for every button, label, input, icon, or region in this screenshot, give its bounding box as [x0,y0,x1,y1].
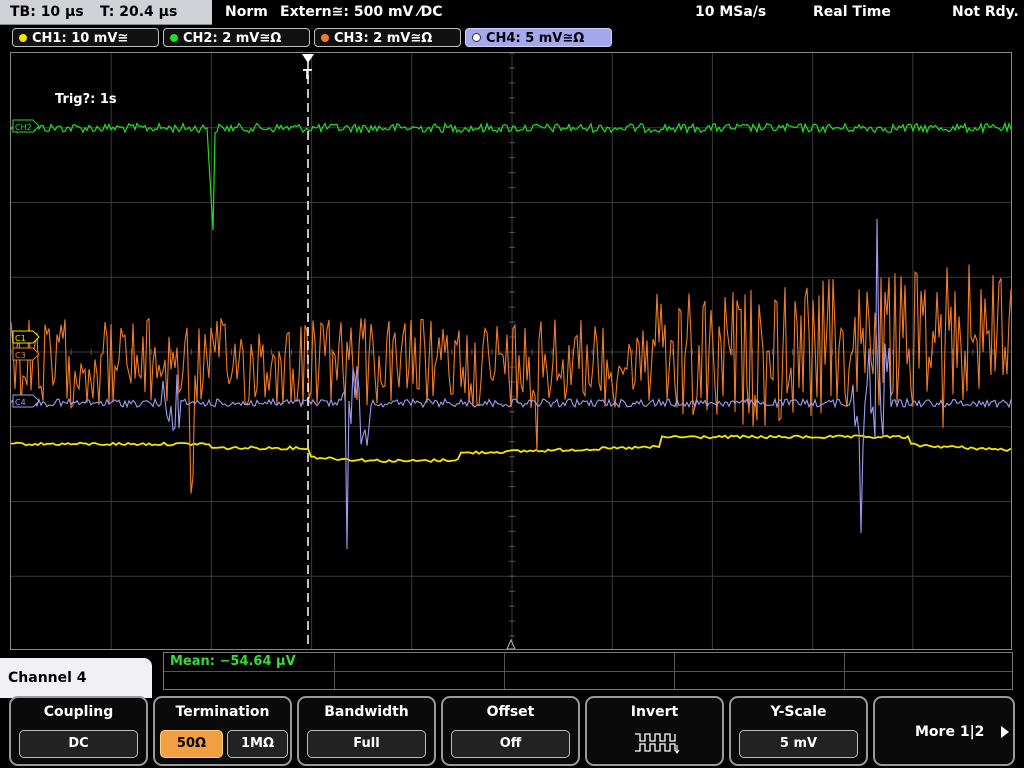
ch2-color-dot [170,34,178,42]
ch1-ref-marker[interactable]: C1 [12,330,40,344]
tab-ch2[interactable]: CH2: 2 mV≅Ω [163,28,310,47]
meas-divider-4 [674,653,675,689]
ch1-ref-label: C1 [15,334,26,343]
graticule [11,53,1011,649]
status-bar: TB: 10 µs T: 20.4 µs Norm Extern≅: 500 m… [0,0,1024,26]
meas-divider-5 [844,653,845,689]
tab-ch4[interactable]: CH4: 5 mV≅Ω [465,28,612,47]
tab-ch3[interactable]: CH3: 2 mV≅Ω [314,28,461,47]
trigger-position-arrow-icon[interactable] [302,54,314,63]
coupling-value[interactable]: DC [19,730,138,758]
trig-status: Trig?: 1s [55,92,117,107]
menu-title: Channel 4 [8,670,87,686]
ch3-color-dot [321,34,329,42]
ch3-ref-marker[interactable]: C3 [12,347,40,361]
ch4-ref-marker[interactable]: C4 [12,394,40,408]
offset-title: Offset [486,704,535,720]
tab-ch4-label: CH4: 5 mV≅Ω [486,31,585,46]
measurement-bar: Mean: −54.64 µV [163,652,1013,690]
termination-softkey[interactable]: Termination 50Ω 1MΩ [153,696,292,766]
tab-ch1-label: CH1: 10 mV≅ [32,31,129,46]
tab-ch1[interactable]: CH1: 10 mV≅ [12,28,159,47]
sample-rate: 10 MSa/s [695,4,767,20]
trigger-marker-label: T [303,68,312,83]
menu-title-box: Channel 4 [0,658,152,698]
coupling-softkey[interactable]: Coupling DC [9,696,148,766]
termination-1mohm-option[interactable]: 1MΩ [227,730,288,758]
inverted-square-wave-icon [635,733,680,754]
yscale-value[interactable]: 5 mV [739,730,858,758]
center-marker-icon [506,638,516,649]
tab-ch2-label: CH2: 2 mV≅Ω [183,31,282,46]
meas-divider-3 [504,653,505,689]
timebase-value: TB: 10 µs [10,4,84,20]
ch4-color-dot [472,33,481,42]
meas-divider-2 [334,653,335,689]
ch1-color-dot [19,34,27,42]
offset-softkey[interactable]: Offset Off [441,696,580,766]
channel-tabs: CH1: 10 mV≅ CH2: 2 mV≅Ω CH3: 2 mV≅Ω CH4:… [0,27,1024,49]
bandwidth-title: Bandwidth [324,704,409,720]
yscale-title: Y-Scale [770,704,827,720]
acquisition-mode: Real Time [813,4,891,20]
offset-value[interactable]: Off [451,730,570,758]
ch2-ref-label: CH2 [15,123,32,132]
termination-title: Termination [175,704,270,720]
more-softkey[interactable]: More 1|2 [873,696,1015,766]
tab-ch3-label: CH3: 2 mV≅Ω [334,31,433,46]
ch3-ref-label: C3 [15,351,26,360]
measurement-mean: Mean: −54.64 µV [170,654,296,669]
yscale-softkey[interactable]: Y-Scale 5 mV [729,696,868,766]
ch2-ref-marker[interactable]: CH2 [12,119,40,133]
play-arrow-icon [1001,726,1009,738]
waveform-display[interactable]: T Trig?: 1s CH2 C1 C3 C4 [10,52,1012,650]
termination-50ohm-option[interactable]: 50Ω [160,730,223,758]
meas-divider-1 [164,671,1012,672]
ch4-ref-label: C4 [15,398,26,407]
trigger-source[interactable]: Extern≅: 500 mV ⁄DC [280,4,442,20]
acquisition-status: Not Rdy. [952,4,1019,20]
invert-softkey[interactable]: Invert [585,696,724,766]
more-label: More 1|2 [915,724,985,740]
bandwidth-value[interactable]: Full [307,730,426,758]
invert-title: Invert [630,704,679,720]
trigger-mode[interactable]: Norm [225,4,268,20]
trigger-time-value: T: 20.4 µs [100,4,178,20]
coupling-title: Coupling [43,704,114,720]
timebase-box[interactable]: TB: 10 µs T: 20.4 µs [0,0,212,25]
waveform-svg: T Trig?: 1s CH2 C1 C3 C4 [11,53,1011,649]
bandwidth-softkey[interactable]: Bandwidth Full [297,696,436,766]
